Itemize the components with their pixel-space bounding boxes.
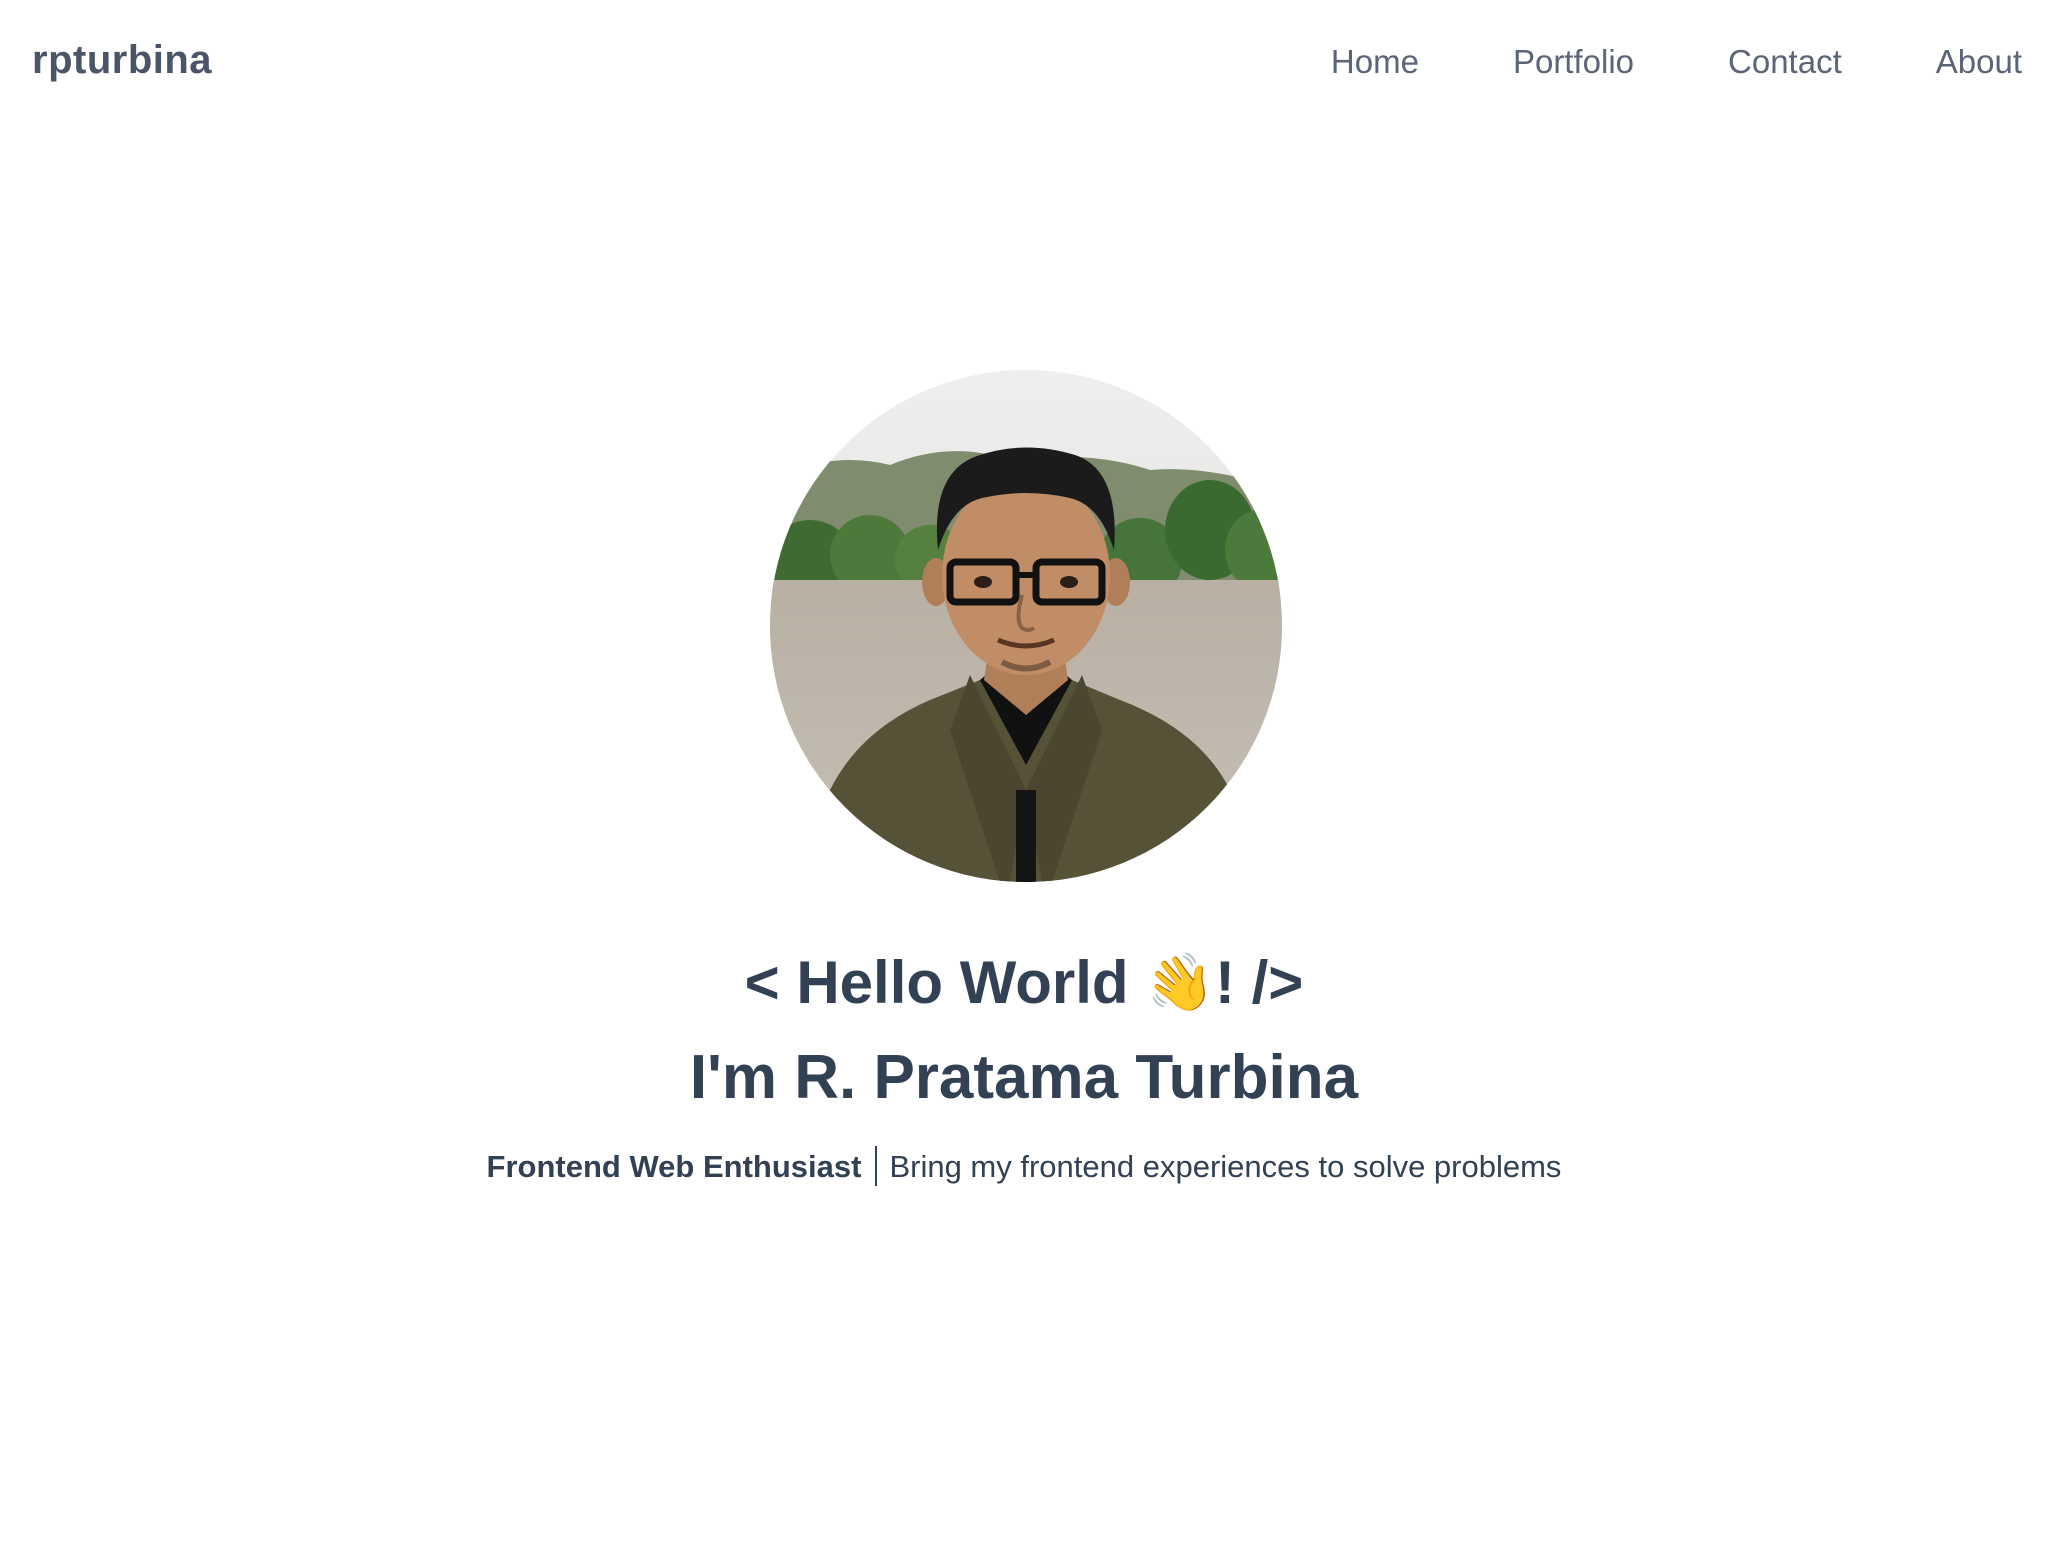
- role-description: Bring my frontend experiences to solve p…: [889, 1149, 1562, 1184]
- greeting-heading: < Hello World 👋! />: [0, 946, 2048, 1020]
- main-nav: Home Portfolio Contact About: [1331, 43, 2022, 81]
- role-label: Frontend Web Enthusiast: [486, 1149, 862, 1184]
- nav-home-link[interactable]: Home: [1331, 43, 1419, 81]
- brand-logo[interactable]: rpturbina: [32, 38, 212, 83]
- tagline-divider: [875, 1146, 878, 1186]
- greeting-suffix: ! />: [1214, 949, 1304, 1016]
- nav-about-link[interactable]: About: [1936, 43, 2022, 81]
- tagline: Frontend Web Enthusiast Bring my frontend…: [0, 1146, 2048, 1186]
- nav-portfolio-link[interactable]: Portfolio: [1513, 43, 1634, 81]
- profile-photo: [770, 370, 1282, 882]
- name-heading: I'm R. Pratama Turbina: [689, 1043, 1359, 1112]
- greeting-prefix: < Hello World: [744, 949, 1129, 1016]
- waving-hand-icon: 👋: [1140, 946, 1220, 1021]
- nav-contact-link[interactable]: Contact: [1728, 43, 1842, 81]
- page: rpturbina Home Portfolio Contact About <…: [0, 0, 2048, 1554]
- profile-photo-illustration: [770, 370, 1282, 882]
